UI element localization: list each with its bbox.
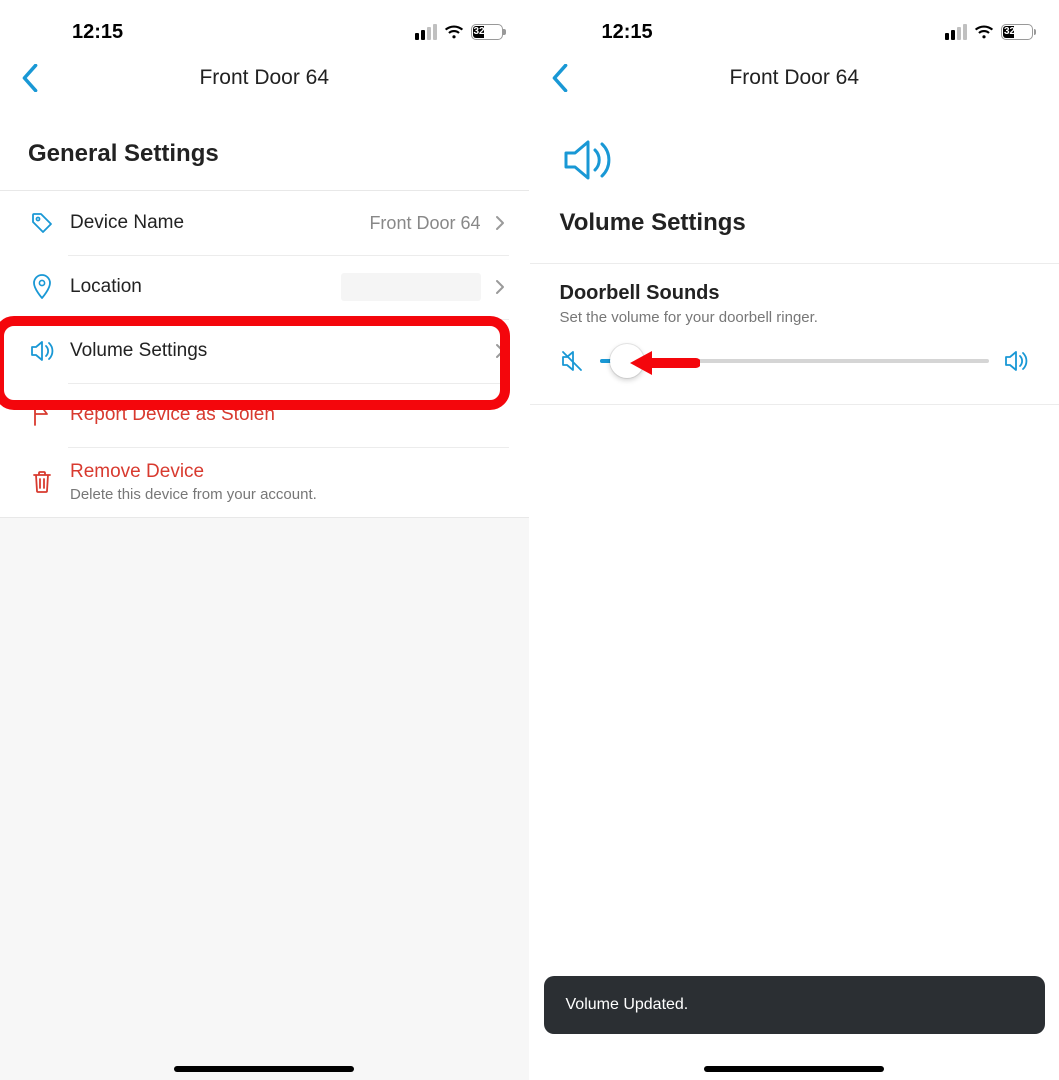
section-title: Volume Settings — [530, 189, 1059, 263]
cellular-icon — [415, 24, 437, 40]
status-bar: 12:15 32 — [530, 0, 1059, 52]
row-report-stolen[interactable]: Report Device as Stolen — [0, 383, 529, 447]
chevron-right-icon — [491, 214, 509, 232]
page-title: Front Door 64 — [729, 66, 859, 90]
toast-text: Volume Updated. — [566, 996, 689, 1013]
row-label: Remove Device — [70, 461, 509, 483]
section-title: General Settings — [0, 104, 529, 190]
wifi-icon — [444, 24, 464, 40]
speaker-large-icon — [530, 104, 1059, 189]
back-button[interactable] — [12, 60, 48, 96]
wifi-icon — [974, 24, 994, 40]
row-value-redacted — [341, 273, 481, 301]
page-title: Front Door 64 — [199, 66, 329, 90]
status-icons: 32 — [415, 24, 503, 40]
doorbell-title: Doorbell Sounds — [560, 282, 1030, 305]
location-pin-icon — [28, 273, 56, 301]
status-time: 12:15 — [26, 21, 123, 44]
row-value: Front Door 64 — [369, 213, 480, 234]
screen-volume-settings: 12:15 32 Front Door 64 — [530, 0, 1059, 1080]
chevron-right-icon — [491, 278, 509, 296]
speaker-mute-icon — [560, 348, 586, 374]
tag-icon — [28, 209, 56, 237]
row-volume-settings[interactable]: Volume Settings — [0, 319, 529, 383]
battery-percent: 32 — [1004, 25, 1015, 38]
home-indicator[interactable] — [174, 1066, 354, 1072]
row-device-name[interactable]: Device Name Front Door 64 — [0, 191, 529, 255]
status-time: 12:15 — [556, 21, 653, 44]
status-bar: 12:15 32 — [0, 0, 529, 52]
volume-slider[interactable] — [600, 359, 990, 363]
nav-header: Front Door 64 — [530, 52, 1059, 104]
battery-icon: 32 — [471, 24, 503, 40]
home-indicator[interactable] — [704, 1066, 884, 1072]
chevron-right-icon — [491, 342, 509, 360]
row-label: Location — [70, 276, 341, 298]
speaker-loud-icon — [1003, 348, 1029, 374]
slider-thumb[interactable] — [610, 344, 644, 378]
toast-volume-updated: Volume Updated. — [544, 976, 1046, 1034]
battery-percent: 32 — [474, 25, 485, 38]
empty-area — [0, 518, 529, 1080]
screen-general-settings: 12:15 32 Front Door 64 General Settings — [0, 0, 530, 1080]
row-label: Volume Settings — [70, 340, 491, 362]
row-remove-device[interactable]: Remove Device Delete this device from yo… — [0, 447, 529, 517]
status-icons: 32 — [945, 24, 1033, 40]
flag-icon — [28, 401, 56, 429]
row-sublabel: Delete this device from your account. — [70, 486, 509, 503]
settings-list: Device Name Front Door 64 Location — [0, 190, 529, 518]
row-location[interactable]: Location — [0, 255, 529, 319]
doorbell-desc: Set the volume for your doorbell ringer. — [560, 309, 1030, 326]
battery-icon: 32 — [1001, 24, 1033, 40]
row-label: Report Device as Stolen — [70, 404, 509, 426]
cellular-icon — [945, 24, 967, 40]
doorbell-sounds-section: Doorbell Sounds Set the volume for your … — [530, 263, 1059, 405]
nav-header: Front Door 64 — [0, 52, 529, 104]
trash-icon — [28, 468, 56, 496]
speaker-icon — [28, 337, 56, 365]
back-button[interactable] — [542, 60, 578, 96]
volume-slider-row — [560, 348, 1030, 374]
row-label: Device Name — [70, 212, 369, 234]
